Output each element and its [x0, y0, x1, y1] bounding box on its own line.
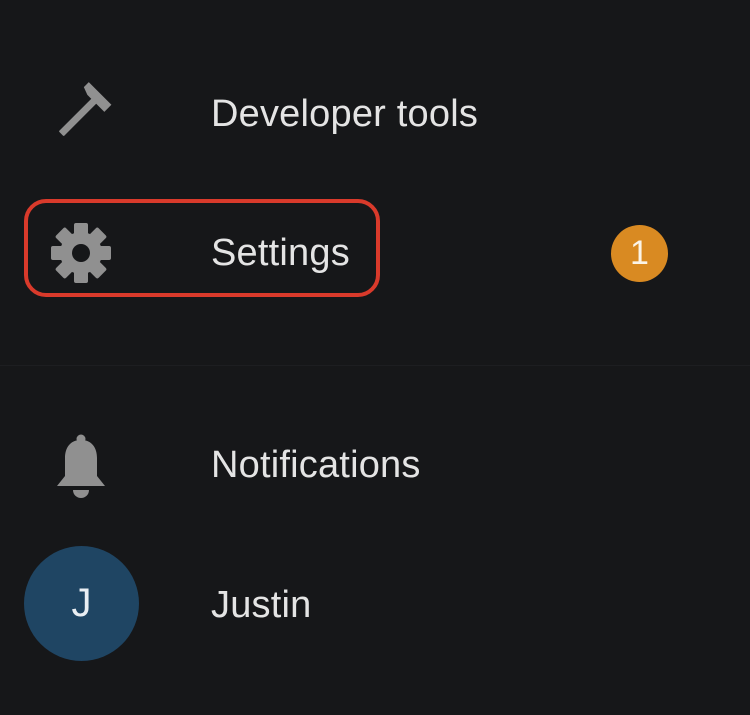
- settings-notification-badge: 1: [611, 225, 668, 282]
- bell-icon: [40, 424, 122, 506]
- user-name: Justin: [211, 584, 312, 626]
- settings-highlight-outline: [24, 199, 380, 297]
- menu-item-developer-tools[interactable]: Developer tools: [0, 54, 750, 174]
- menu-divider: [0, 365, 750, 366]
- menu-item-notifications[interactable]: Notifications: [0, 405, 750, 525]
- menu-item-label: Notifications: [211, 444, 421, 486]
- hammer-icon: [40, 73, 122, 155]
- avatar[interactable]: J: [24, 546, 139, 661]
- menu-item-label: Developer tools: [211, 93, 479, 135]
